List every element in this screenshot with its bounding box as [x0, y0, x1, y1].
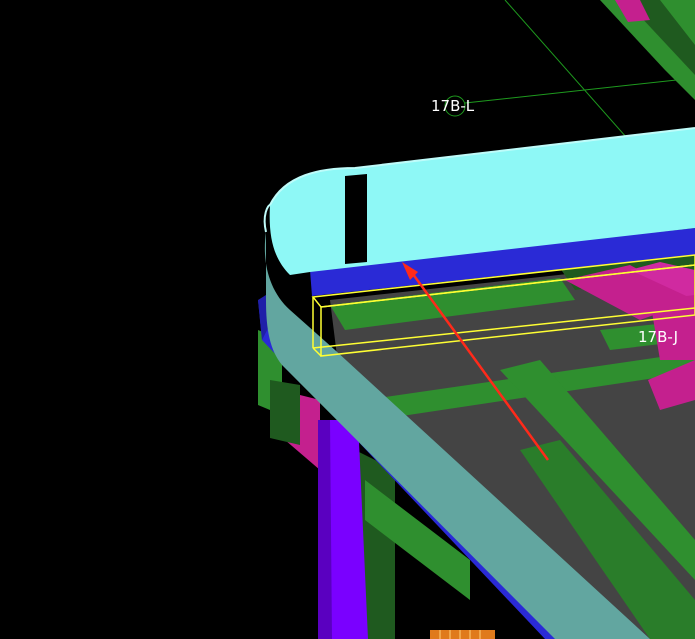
railing-opening [345, 174, 367, 264]
3d-model-viewport[interactable] [0, 0, 695, 639]
orange-detail [430, 630, 495, 639]
